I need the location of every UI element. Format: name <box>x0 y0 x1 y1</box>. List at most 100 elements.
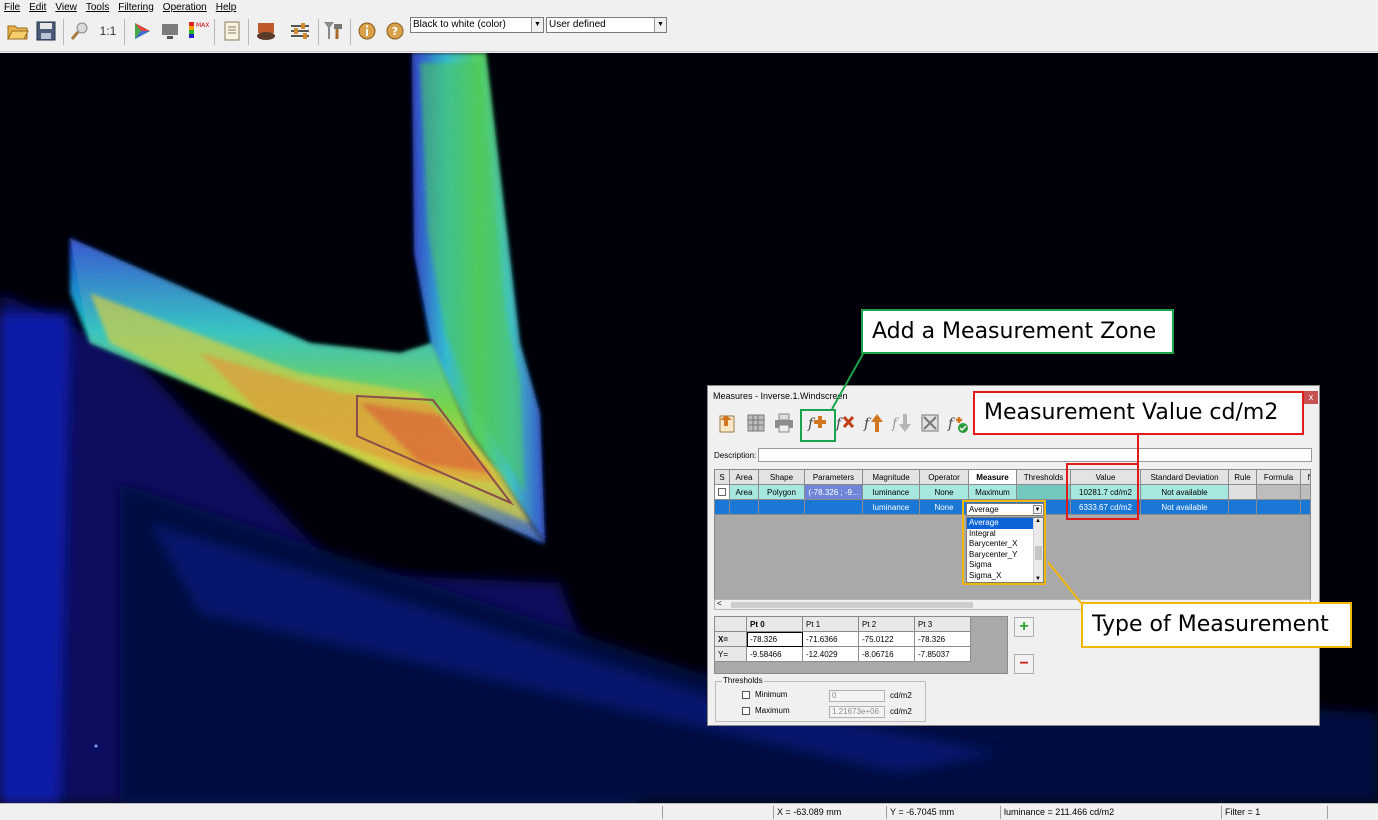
cell-rule <box>1229 485 1257 500</box>
point-x-cell[interactable]: -71.6366 <box>803 632 859 647</box>
chevron-down-icon: ▼ <box>531 18 543 32</box>
column-header[interactable]: Formula <box>1257 470 1301 485</box>
close-button[interactable]: x <box>1304 391 1318 404</box>
fit-icon[interactable] <box>918 411 942 435</box>
cell-std-dev: Not available <box>1141 485 1229 500</box>
y-row-label: Y= <box>715 647 747 662</box>
column-header[interactable]: S <box>715 470 730 485</box>
move-down-icon[interactable]: f <box>890 411 914 435</box>
status-bar: X = -63.089 mm Y = -6.7045 mm luminance … <box>0 803 1378 820</box>
scale-select-value: User defined <box>549 19 606 30</box>
column-header[interactable]: Shape <box>759 470 805 485</box>
color-scale-icon[interactable]: MAX <box>186 19 210 43</box>
grid-icon[interactable] <box>744 411 768 435</box>
add-zone-callout: Add a Measurement Zone <box>861 309 1174 354</box>
point-x-cell[interactable]: -78.326 <box>747 632 803 647</box>
svg-text:?: ? <box>392 25 398 38</box>
minimum-input[interactable]: 0 <box>829 690 885 702</box>
menu-file[interactable]: File <box>4 2 20 13</box>
dialog-title: Measures - Inverse.1.Windscreen <box>713 391 848 401</box>
toolbar: 1:1 MAX ? Black to white (color) ▼ User … <box>0 14 1378 52</box>
maximum-input[interactable]: 1.21673e+06 <box>829 706 885 718</box>
settings-sliders-icon[interactable] <box>288 19 312 43</box>
cell-extra <box>1301 500 1310 515</box>
cell-operator: None <box>920 485 969 500</box>
menu-bar: File Edit View Tools Filtering Operation… <box>0 0 1378 14</box>
point-y-cell[interactable]: -8.06716 <box>859 647 915 662</box>
report-icon[interactable] <box>220 19 244 43</box>
cell-area: Area <box>730 485 759 500</box>
validate-icon[interactable]: f <box>946 411 970 435</box>
point-y-cell[interactable]: -7.85037 <box>915 647 971 662</box>
status-luminance: luminance = 211.466 cd/m2 <box>1000 806 1221 819</box>
delete-zone-icon[interactable]: f <box>834 411 858 435</box>
help-icon[interactable]: ? <box>383 19 407 43</box>
thresholds-group: Thresholds Minimum 0 cd/m2 Maximum 1.216… <box>715 676 926 722</box>
cell-formula <box>1257 500 1301 515</box>
description-input[interactable] <box>758 448 1312 462</box>
value-highlight-box <box>1066 463 1139 520</box>
value-callout: Measurement Value cd/m2 <box>973 391 1304 435</box>
column-header[interactable]: N <box>1301 470 1310 485</box>
open-folder-icon[interactable] <box>6 19 30 43</box>
measure-type-highlight-box <box>962 500 1046 585</box>
description-label: Description: <box>714 451 757 460</box>
cell-std-dev: Not available <box>1141 500 1229 515</box>
maximum-unit: cd/m2 <box>890 707 912 716</box>
svg-text:f: f <box>891 416 900 432</box>
point-x-cell[interactable]: -78.326 <box>915 632 971 647</box>
scrollbar-thumb[interactable] <box>731 602 973 608</box>
zoom-icon[interactable] <box>68 19 92 43</box>
tools-icon[interactable] <box>322 19 346 43</box>
actual-size-icon[interactable]: 1:1 <box>96 19 120 43</box>
add-point-button[interactable]: + <box>1014 617 1034 637</box>
column-header-measure[interactable]: Measure <box>969 470 1017 485</box>
cell-formula <box>1257 485 1301 500</box>
menu-tools[interactable]: Tools <box>86 2 109 13</box>
column-header[interactable]: Magnitude <box>863 470 920 485</box>
row-select-checkbox[interactable] <box>715 485 730 500</box>
column-header[interactable]: Thresholds <box>1017 470 1071 485</box>
points-corner <box>715 617 747 632</box>
menu-edit[interactable]: Edit <box>29 2 46 13</box>
x-row-label: X= <box>715 632 747 647</box>
svg-text:f: f <box>835 416 844 432</box>
column-header[interactable]: Standard Deviation <box>1141 470 1229 485</box>
chevron-down-icon: ▼ <box>654 18 666 32</box>
menu-view[interactable]: View <box>55 2 77 13</box>
point-header: Pt 3 <box>915 617 971 632</box>
cell-extra <box>1301 485 1310 500</box>
info-icon[interactable] <box>355 19 379 43</box>
points-table: Pt 0 Pt 1 Pt 2 Pt 3 X= -78.326 -71.6366 … <box>714 616 1008 674</box>
color-palette-icon[interactable] <box>130 19 154 43</box>
menu-operation[interactable]: Operation <box>163 2 207 13</box>
point-x-cell[interactable]: -75.0122 <box>859 632 915 647</box>
monitor-icon[interactable] <box>158 19 182 43</box>
cell-parameters <box>805 500 863 515</box>
svg-text:f: f <box>863 416 872 432</box>
scroll-left-icon[interactable]: < <box>717 599 722 608</box>
column-header[interactable]: Rule <box>1229 470 1257 485</box>
actual-size-label: 1:1 <box>99 24 117 38</box>
palette-select[interactable]: Black to white (color) ▼ <box>410 17 544 33</box>
scale-select[interactable]: User defined ▼ <box>546 17 667 33</box>
column-header[interactable]: Area <box>730 470 759 485</box>
cell-rule <box>1229 500 1257 515</box>
menu-filtering[interactable]: Filtering <box>118 2 154 13</box>
column-header[interactable]: Operator <box>920 470 969 485</box>
save-icon[interactable] <box>34 19 58 43</box>
minimum-checkbox[interactable] <box>742 691 750 699</box>
move-up-icon[interactable]: f <box>862 411 886 435</box>
import-icon[interactable] <box>716 411 740 435</box>
remove-point-button[interactable]: − <box>1014 654 1034 674</box>
point-y-cell[interactable]: -12.4029 <box>803 647 859 662</box>
maximum-checkbox[interactable] <box>742 707 750 715</box>
point-y-cell[interactable]: -9.58466 <box>747 647 803 662</box>
measurement-type-callout: Type of Measurement <box>1081 602 1352 648</box>
cell-thresholds <box>1017 485 1071 500</box>
layer-icon[interactable] <box>254 19 278 43</box>
column-header[interactable]: Parameters <box>805 470 863 485</box>
print-icon[interactable] <box>772 411 796 435</box>
menu-help[interactable]: Help <box>216 2 237 13</box>
status-cell-end <box>1327 806 1377 819</box>
